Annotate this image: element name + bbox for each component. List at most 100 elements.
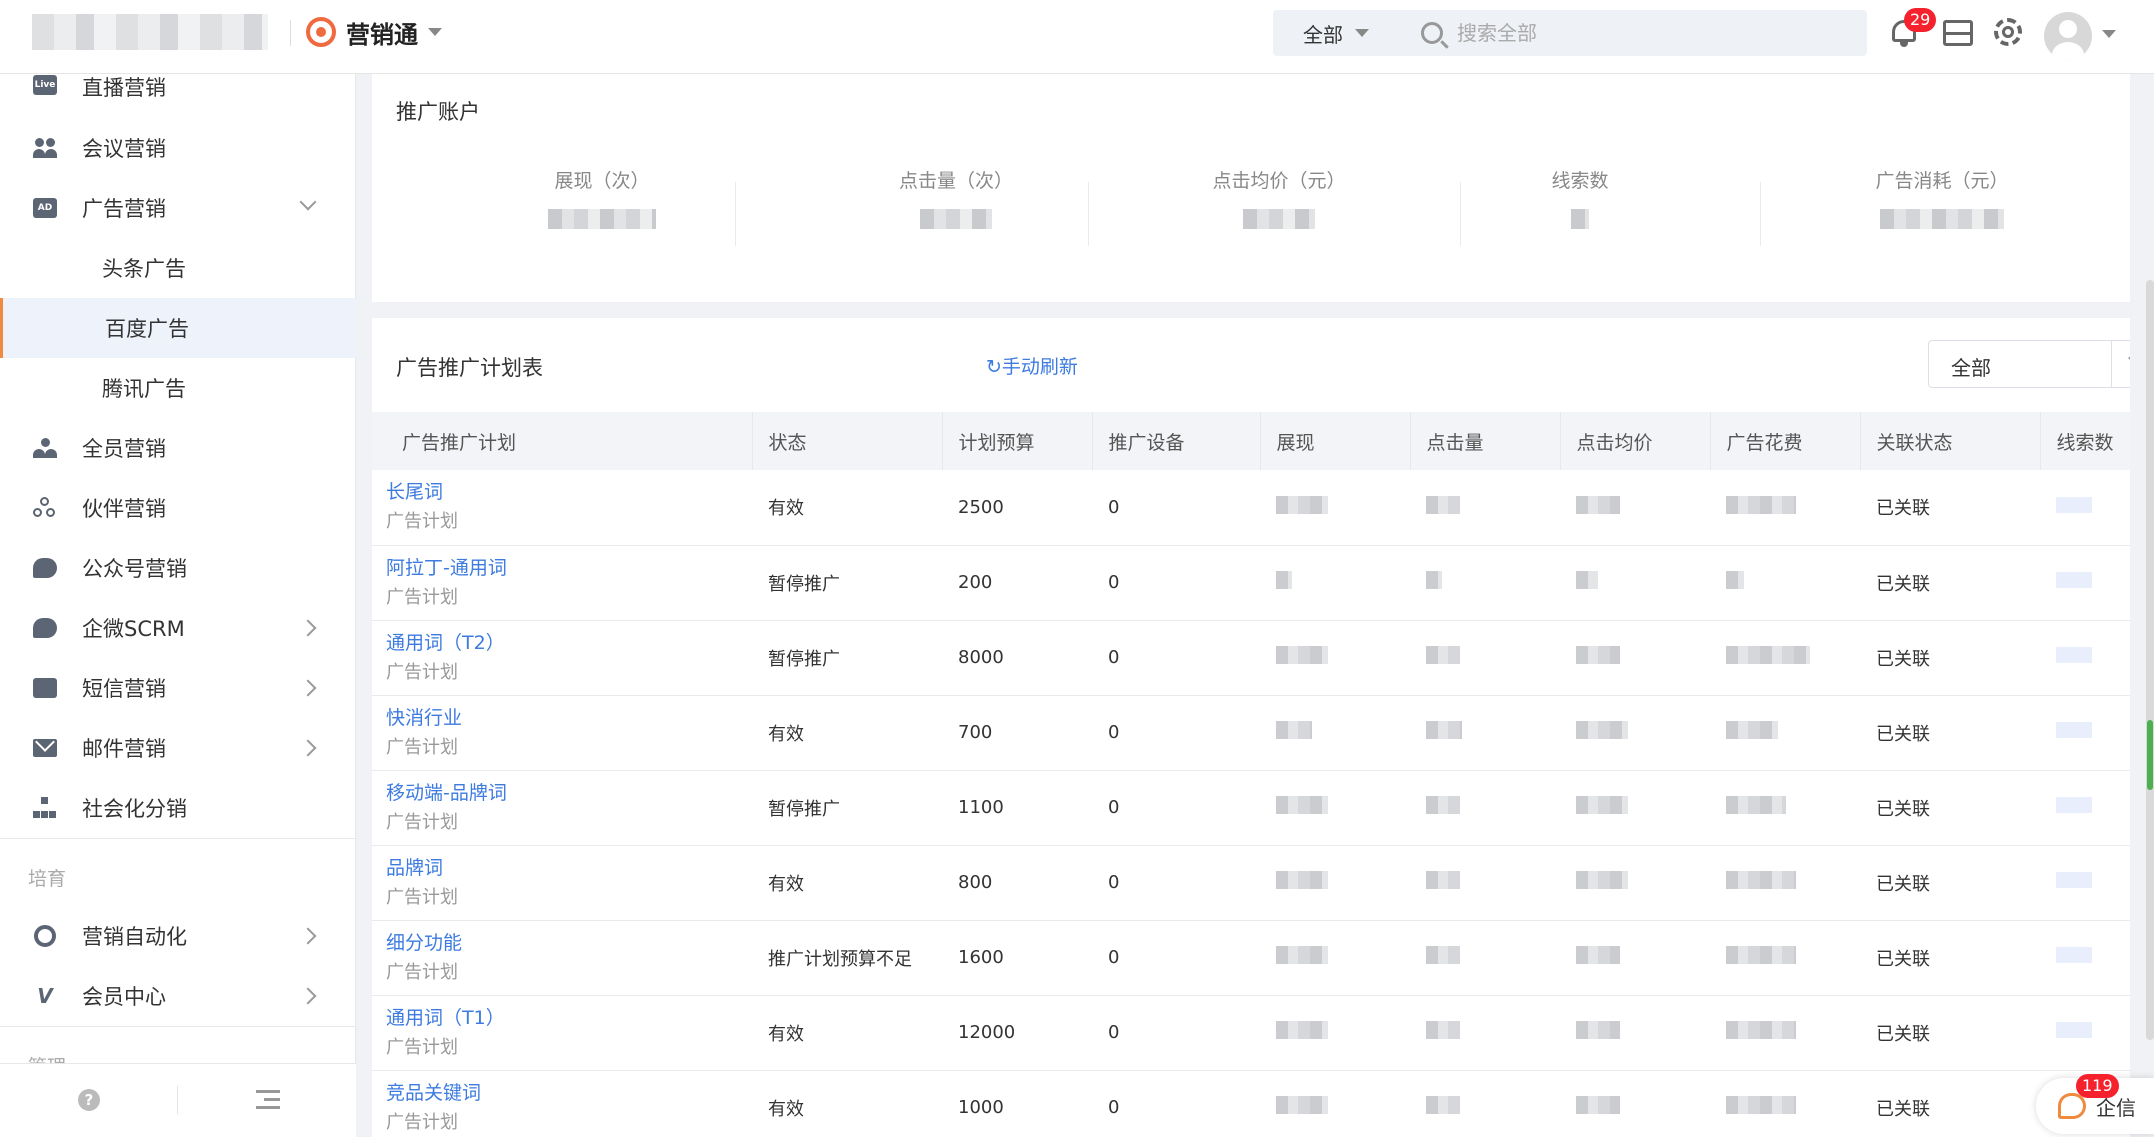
plan-name-link[interactable]: 通用词（T2） xyxy=(386,628,752,658)
cell-leads[interactable] xyxy=(2040,845,2130,921)
sidebar-item-distribution[interactable]: 社会化分销 xyxy=(0,778,356,838)
sidebar-item-wechat[interactable]: 公众号营销 xyxy=(0,538,356,598)
cell-status: 推广计划预算不足 xyxy=(752,920,942,996)
blurred-value xyxy=(1726,871,1796,889)
col-budget: 计划预算 xyxy=(942,412,1093,470)
cell-leads[interactable] xyxy=(2040,770,2130,846)
sidebar-divider xyxy=(0,838,356,839)
plan-name-link[interactable]: 通用词（T1） xyxy=(386,1003,752,1033)
plan-name-link[interactable]: 阿拉丁-通用词 xyxy=(386,553,752,583)
refresh-button[interactable]: ↻手动刷新 xyxy=(986,352,1078,379)
sidebar-item-label: 邮件营销 xyxy=(82,737,166,761)
table-row[interactable]: 长尾词 广告计划 有效 2500 0 已关联 xyxy=(372,470,2130,546)
col-device: 推广设备 xyxy=(1092,412,1261,470)
table-row[interactable]: 快消行业 广告计划 有效 700 0 已关联 xyxy=(372,695,2130,771)
blurred-value xyxy=(2056,1022,2092,1038)
table-row[interactable]: 品牌词 广告计划 有效 800 0 已关联 xyxy=(372,845,2130,921)
sidebar-item-mail[interactable]: 邮件营销 xyxy=(0,718,356,778)
sidebar-item-all-staff[interactable]: 全员营销 xyxy=(0,418,356,478)
sidebar-item-label: 公众号营销 xyxy=(82,557,187,581)
cell-leads[interactable] xyxy=(2040,470,2130,546)
cell-clicks xyxy=(1410,545,1560,621)
blurred-value xyxy=(1426,1096,1460,1114)
table-row[interactable]: 阿拉丁-通用词 广告计划 暂停推广 200 0 已关联 xyxy=(372,545,2130,621)
table-row[interactable]: 细分功能 广告计划 推广计划预算不足 1600 0 已关联 xyxy=(372,920,2130,996)
account-card-title: 推广账户 xyxy=(396,100,480,124)
cell-leads[interactable] xyxy=(2040,545,2130,621)
team-icon xyxy=(32,437,58,459)
plan-name-link[interactable]: 移动端-品牌词 xyxy=(386,778,752,808)
sidebar-item-wecom[interactable]: 企微SCRM xyxy=(0,598,356,658)
ad-badge: AD xyxy=(33,198,57,218)
blurred-value xyxy=(1426,571,1442,589)
org-name-blurred[interactable] xyxy=(32,14,268,50)
table-row[interactable]: 通用词（T2） 广告计划 暂停推广 8000 0 已关联 xyxy=(372,620,2130,696)
sidebar-item-partner[interactable]: 伙伴营销 xyxy=(0,478,356,538)
chevron-right-icon xyxy=(299,739,317,757)
global-search-input[interactable] xyxy=(1457,21,1817,45)
table-row[interactable]: 移动端-品牌词 广告计划 暂停推广 1100 0 已关联 xyxy=(372,770,2130,846)
help-icon[interactable]: ? xyxy=(78,1089,100,1111)
blurred-value xyxy=(1726,1096,1796,1114)
section-nurture: 培育 xyxy=(28,868,67,890)
plan-name-link[interactable]: 竞品关键词 xyxy=(386,1078,752,1108)
search-scope-select[interactable]: 全部 xyxy=(1273,19,1393,48)
plan-name-link[interactable]: 细分功能 xyxy=(386,928,752,958)
inbox-button[interactable] xyxy=(1940,14,1976,50)
plan-type: 广告计划 xyxy=(386,811,458,833)
partner-glyph xyxy=(33,497,57,519)
plan-name-link[interactable]: 长尾词 xyxy=(386,477,752,507)
status-filter-select[interactable]: 全部 xyxy=(1928,340,2130,388)
page-scrollbar[interactable] xyxy=(2146,280,2154,1040)
table-row[interactable]: 通用词（T1） 广告计划 有效 12000 0 已关联 xyxy=(372,995,2130,1071)
blurred-value xyxy=(1276,946,1328,964)
sidebar-item-member[interactable]: V 会员中心 xyxy=(0,966,356,1026)
blurred-value xyxy=(1576,871,1628,889)
notification-button[interactable]: 29 xyxy=(1886,8,1937,50)
cell-avg-cpc xyxy=(1560,620,1710,696)
cell-link-status: 已关联 xyxy=(1860,995,2040,1071)
app-switcher[interactable]: 营销通 xyxy=(306,14,442,50)
blurred-value xyxy=(1726,1021,1796,1039)
sidebar-item-live[interactable]: Live 直播营销 xyxy=(0,74,356,100)
sidebar-item-baidu[interactable]: 百度广告 xyxy=(0,298,356,358)
chevron-right-icon xyxy=(299,679,317,697)
cell-leads[interactable] xyxy=(2040,920,2130,996)
top-bar: 营销通 全部 29 xyxy=(0,0,2154,74)
table-row[interactable]: 竞品关键词 广告计划 有效 1000 0 已关联 xyxy=(372,1070,2130,1137)
sidebar-item-sms[interactable]: 短信营销 xyxy=(0,658,356,718)
cell-leads[interactable] xyxy=(2040,995,2130,1071)
cell-status: 有效 xyxy=(752,695,942,771)
sidebar-footer: ? xyxy=(0,1063,356,1137)
sidebar-item-tencent[interactable]: 腾讯广告 xyxy=(0,358,356,418)
plan-type: 广告计划 xyxy=(386,511,458,533)
chat-widget[interactable]: 119 企信 xyxy=(2036,1074,2154,1134)
sidebar-item-automation[interactable]: 营销自动化 xyxy=(0,906,356,966)
chevron-down-icon[interactable] xyxy=(2102,30,2116,38)
cell-avg-cpc xyxy=(1560,545,1710,621)
sidebar-item-ad[interactable]: AD 广告营销 xyxy=(0,178,356,238)
mail-glyph xyxy=(33,739,57,757)
cell-ad-spend xyxy=(1710,845,1860,921)
sidebar-item-label: 企微SCRM xyxy=(82,617,185,641)
stat-divider xyxy=(1760,182,1761,246)
settings-button[interactable] xyxy=(1990,14,2026,50)
cell-leads[interactable] xyxy=(2040,695,2130,771)
stat-avg-cpc: 点击均价（元） xyxy=(1169,166,1389,234)
blurred-value xyxy=(1576,796,1628,814)
blurred-value xyxy=(1276,721,1312,739)
sidebar-item-label: 腾讯广告 xyxy=(102,377,186,401)
plan-name-link[interactable]: 品牌词 xyxy=(386,853,752,883)
plan-name-link[interactable]: 快消行业 xyxy=(386,703,752,733)
avatar[interactable] xyxy=(2044,12,2092,60)
stat-label: 展现（次） xyxy=(554,170,650,192)
plan-type: 广告计划 xyxy=(386,661,458,683)
gear-center xyxy=(2002,26,2014,38)
sidebar-item-toutiao[interactable]: 头条广告 xyxy=(0,238,356,298)
plan-type: 广告计划 xyxy=(386,586,458,608)
collapse-menu-icon[interactable] xyxy=(256,1090,280,1110)
scroll-thumb[interactable] xyxy=(2147,720,2153,790)
cell-leads[interactable] xyxy=(2040,620,2130,696)
sidebar-item-meeting[interactable]: 会议营销 xyxy=(0,118,356,178)
blurred-value xyxy=(1276,571,1292,589)
